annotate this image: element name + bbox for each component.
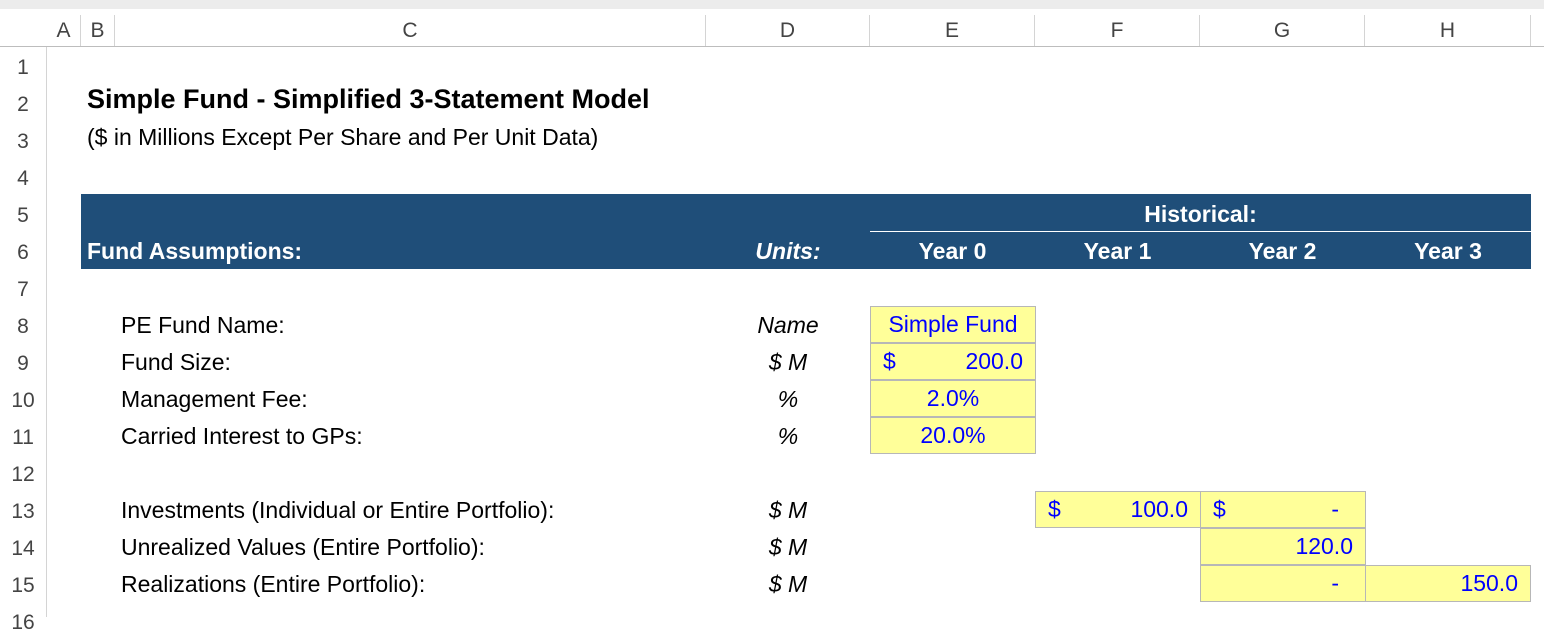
fund-name-input[interactable]: Simple Fund xyxy=(870,306,1036,343)
row-header-6[interactable]: 6 xyxy=(0,234,46,271)
column-header-bar: A B C D E F G H xyxy=(0,0,1544,47)
management-fee-label[interactable]: Management Fee: xyxy=(121,381,308,418)
column-header-a[interactable]: A xyxy=(47,15,81,46)
row-header-15[interactable]: 15 xyxy=(0,567,46,604)
column-header-g[interactable]: G xyxy=(1200,15,1365,46)
row-header-12[interactable]: 12 xyxy=(0,456,46,493)
unrealized-values-unit[interactable]: $ M xyxy=(706,529,870,566)
column-header-f[interactable]: F xyxy=(1035,15,1200,46)
sheet-title[interactable]: Simple Fund - Simplified 3-Statement Mod… xyxy=(87,84,650,115)
investments-year-1-input[interactable]: $ 100.0 xyxy=(1035,491,1201,528)
fund-name-unit[interactable]: Name xyxy=(706,307,870,344)
fund-assumptions-label[interactable]: Fund Assumptions: xyxy=(87,238,302,265)
unrealized-values-year-2-value: 120.0 xyxy=(1295,533,1353,559)
historical-underline xyxy=(870,231,1531,232)
investments-unit[interactable]: $ M xyxy=(706,492,870,529)
column-header-d[interactable]: D xyxy=(706,15,870,46)
ribbon-edge xyxy=(0,0,1544,9)
row-header-5[interactable]: 5 xyxy=(0,197,46,234)
fund-size-unit[interactable]: $ M xyxy=(706,344,870,381)
investments-year-2-value: - xyxy=(1331,496,1339,522)
row-header-9[interactable]: 9 xyxy=(0,345,46,382)
units-label[interactable]: Units: xyxy=(706,238,870,265)
year-2-header[interactable]: Year 2 xyxy=(1200,238,1365,265)
row-header-divider xyxy=(46,47,47,617)
investments-year-2-input[interactable]: $ - xyxy=(1200,491,1366,528)
row-header-10[interactable]: 10 xyxy=(0,382,46,419)
carried-interest-value: 20.0% xyxy=(920,422,986,448)
historical-label[interactable]: Historical: xyxy=(870,201,1531,228)
year-0-header[interactable]: Year 0 xyxy=(870,238,1035,265)
row-header-16[interactable]: 16 xyxy=(0,604,46,641)
realizations-year-2-value: - xyxy=(1331,570,1339,596)
row-header-1[interactable]: 1 xyxy=(0,49,46,86)
row-header-14[interactable]: 14 xyxy=(0,530,46,567)
realizations-year-2-input[interactable]: - xyxy=(1200,565,1366,602)
year-3-header[interactable]: Year 3 xyxy=(1365,238,1531,265)
investments-year-2-currency: $ xyxy=(1213,496,1226,522)
realizations-unit[interactable]: $ M xyxy=(706,566,870,603)
management-fee-value: 2.0% xyxy=(926,385,980,411)
fund-name-value: Simple Fund xyxy=(888,311,1018,337)
row-header-13[interactable]: 13 xyxy=(0,493,46,530)
row-header-3[interactable]: 3 xyxy=(0,123,46,160)
column-header-c[interactable]: C xyxy=(115,15,706,46)
carried-interest-label[interactable]: Carried Interest to GPs: xyxy=(121,418,363,455)
investments-label[interactable]: Investments (Individual or Entire Portfo… xyxy=(121,492,554,529)
fund-name-label[interactable]: PE Fund Name: xyxy=(121,307,285,344)
investments-year-1-currency: $ xyxy=(1048,496,1061,522)
investments-year-1-value: 100.0 xyxy=(1130,496,1188,522)
sheet-subtitle[interactable]: ($ in Millions Except Per Share and Per … xyxy=(87,124,598,151)
carried-interest-unit[interactable]: % xyxy=(706,418,870,455)
carried-interest-input[interactable]: 20.0% xyxy=(870,417,1036,454)
column-header-b[interactable]: B xyxy=(81,15,115,46)
unrealized-values-year-2-input[interactable]: 120.0 xyxy=(1200,528,1366,565)
column-header-e[interactable]: E xyxy=(870,15,1035,46)
realizations-label[interactable]: Realizations (Entire Portfolio): xyxy=(121,566,425,603)
fund-size-label[interactable]: Fund Size: xyxy=(121,344,231,381)
management-fee-unit[interactable]: % xyxy=(706,381,870,418)
row-header-2[interactable]: 2 xyxy=(0,86,46,123)
fund-size-value: 200.0 xyxy=(965,348,1023,374)
row-header-4[interactable]: 4 xyxy=(0,160,46,197)
year-1-header[interactable]: Year 1 xyxy=(1035,238,1200,265)
column-header-h[interactable]: H xyxy=(1365,15,1531,46)
fund-size-currency: $ xyxy=(883,348,896,374)
row-header-8[interactable]: 8 xyxy=(0,308,46,345)
fund-size-input[interactable]: $ 200.0 xyxy=(870,343,1036,380)
realizations-year-3-value: 150.0 xyxy=(1460,570,1518,596)
unrealized-values-label[interactable]: Unrealized Values (Entire Portfolio): xyxy=(121,529,485,566)
management-fee-input[interactable]: 2.0% xyxy=(870,380,1036,417)
row-header-7[interactable]: 7 xyxy=(0,271,46,308)
row-header-11[interactable]: 11 xyxy=(0,419,46,456)
realizations-year-3-input[interactable]: 150.0 xyxy=(1365,565,1531,602)
column-header-divider xyxy=(0,46,1544,47)
